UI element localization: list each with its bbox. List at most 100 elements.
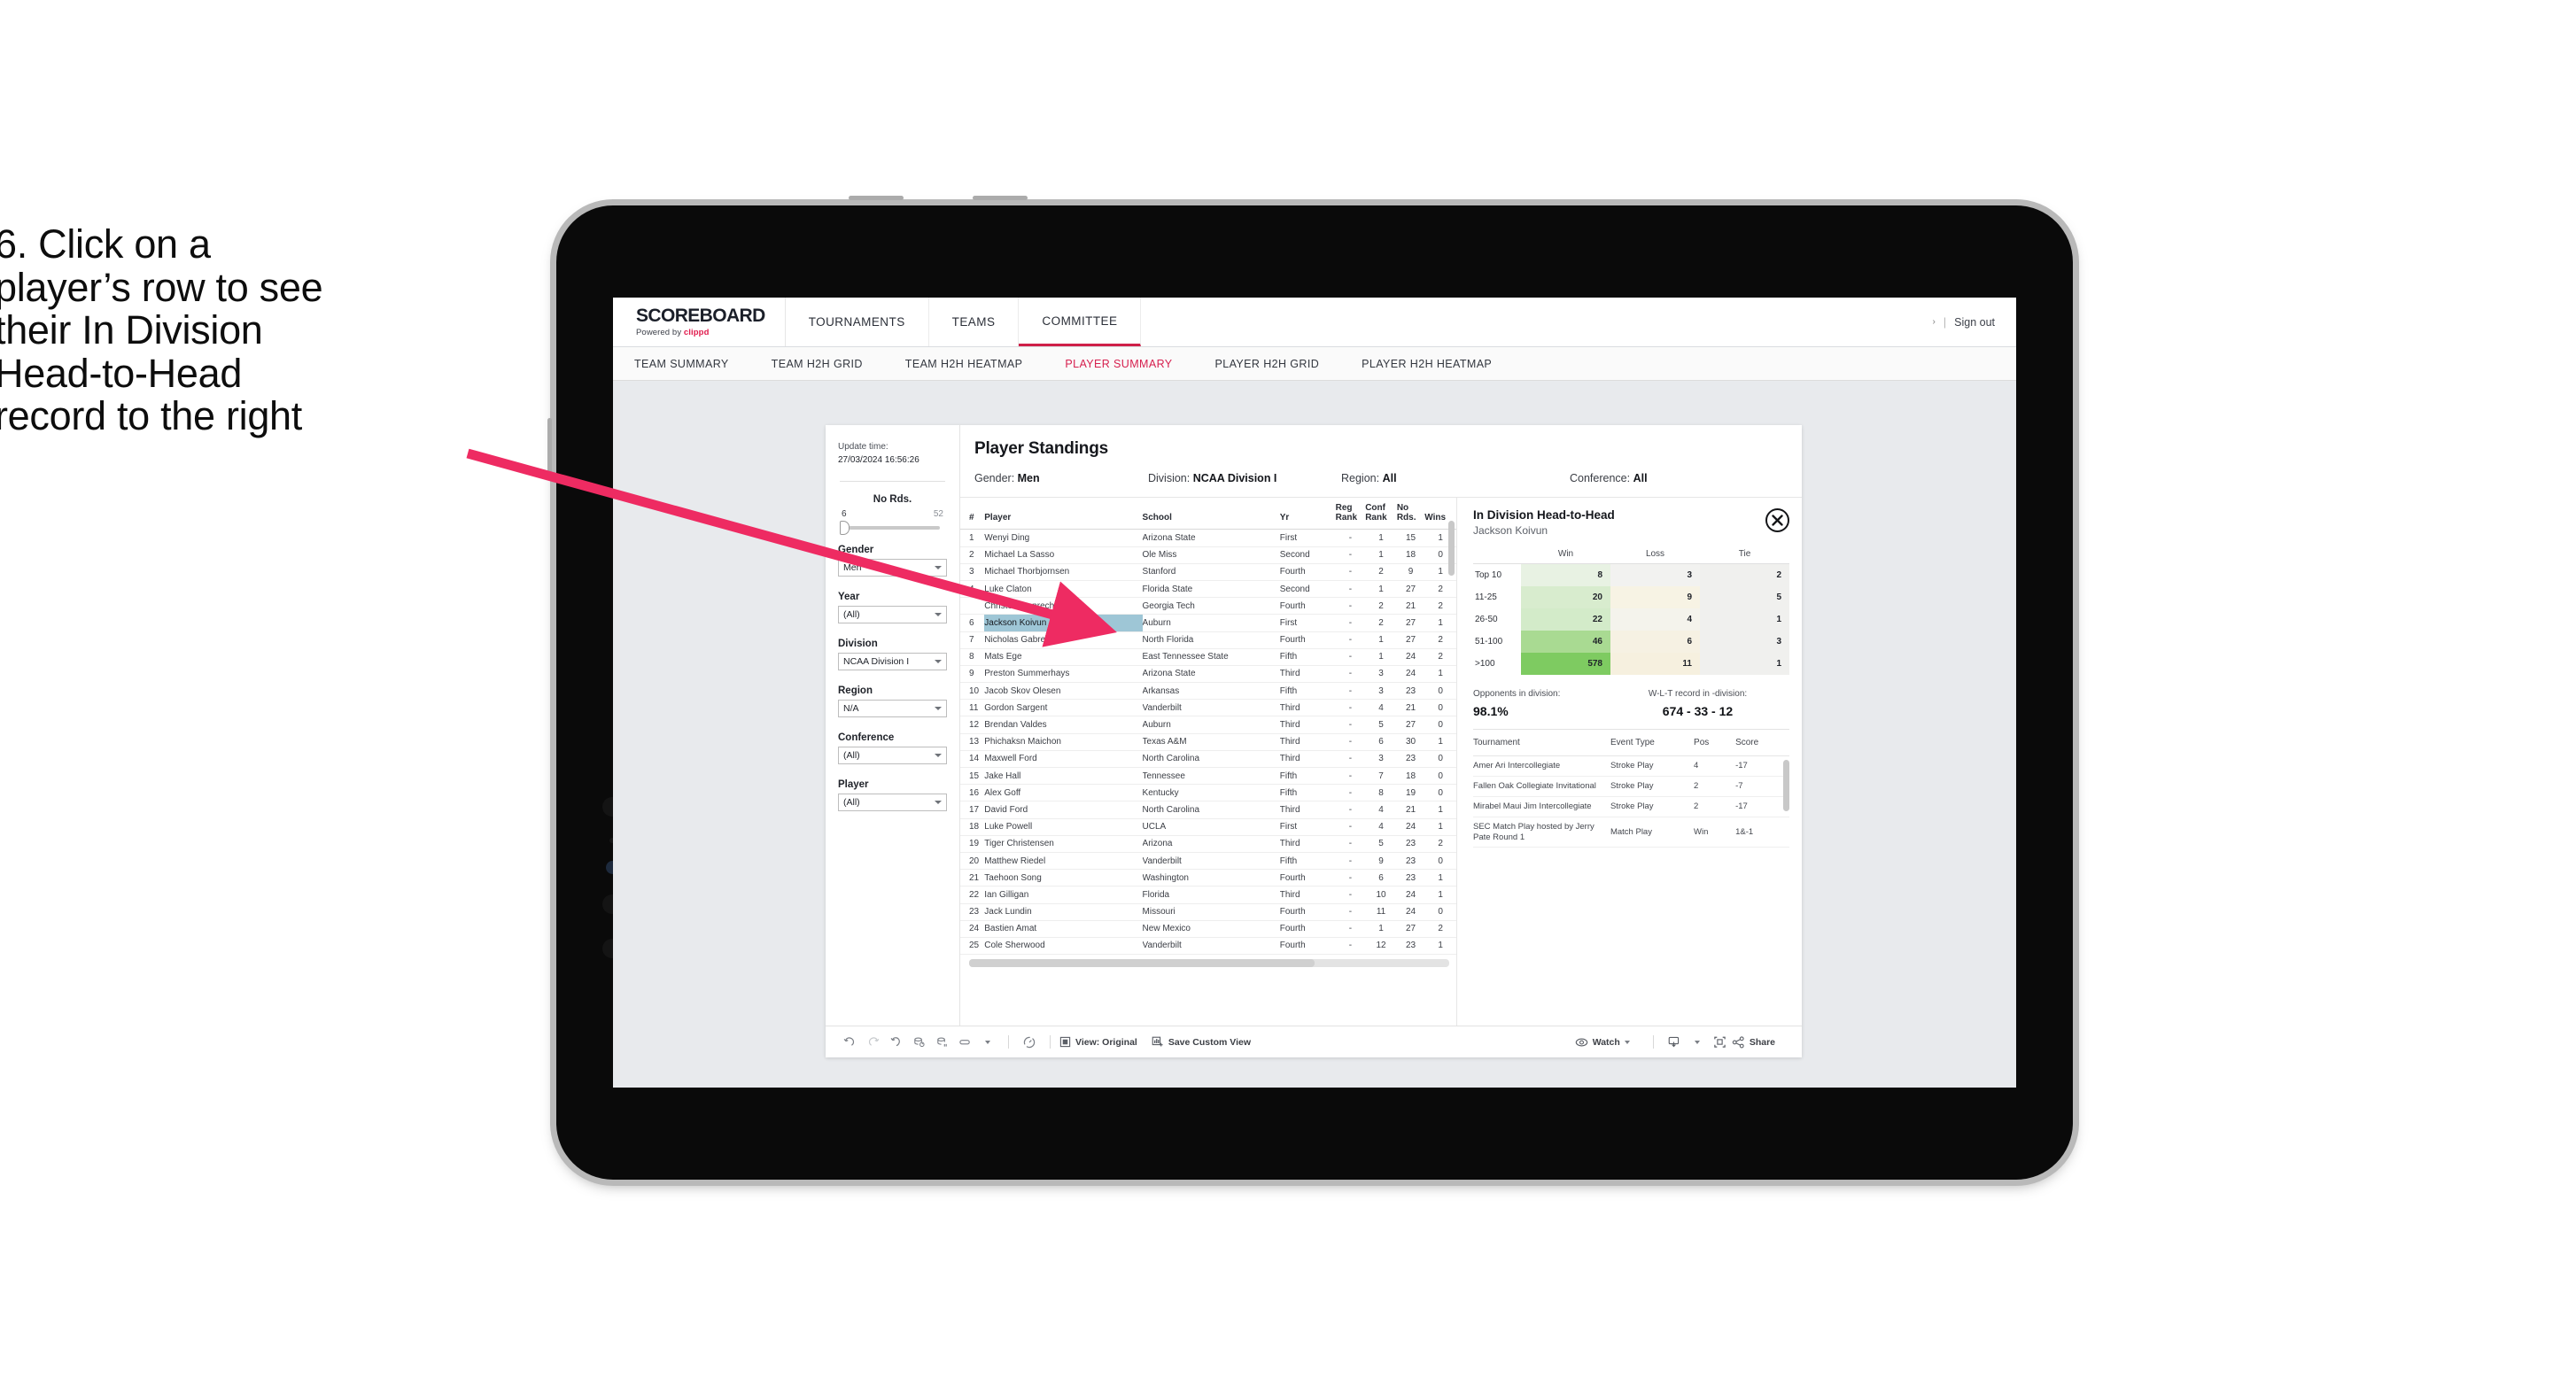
table-row[interactable]: 23 Jack Lundin Missouri Fourth -11 24 0 [960, 903, 1456, 921]
filter-conference: Conference (All) [838, 732, 947, 764]
tab-team-summary[interactable]: TEAM SUMMARY [634, 358, 750, 370]
row-wins: 1 [1424, 733, 1456, 751]
tab-player-summary[interactable]: PLAYER SUMMARY [1065, 358, 1193, 370]
row-rank: 14 [960, 750, 985, 769]
row-reg-rank: - [1335, 682, 1366, 701]
table-row[interactable]: 14 Maxwell Ford North Carolina Third -3 23 0 [960, 750, 1456, 769]
row-no-rds: 18 [1396, 546, 1425, 564]
nav-tournaments[interactable]: TOURNAMENTS [786, 298, 929, 346]
tab-team-h2h-grid[interactable]: TEAM H2H GRID [772, 358, 884, 370]
row-wins: 0 [1424, 699, 1456, 717]
table-row[interactable]: 10 Jacob Skov Olesen Arkansas Fifth -3 23 0 [960, 682, 1456, 701]
meta-division-value: NCAA Division I [1192, 472, 1277, 484]
standings-vertical-scrollbar[interactable] [1448, 521, 1455, 576]
trn-event-type: Stroke Play [1610, 776, 1695, 797]
pause-data-icon[interactable] [930, 1033, 953, 1052]
top-button-2 [973, 196, 1028, 200]
tournament-row[interactable]: SEC Match Play hosted by Jerry Pate Roun… [1473, 817, 1789, 848]
tournaments-scrollbar[interactable] [1783, 760, 1789, 811]
tournament-row[interactable]: Amer Ari Intercollegiate Stroke Play 4 -17 [1473, 755, 1789, 777]
fullscreen-icon[interactable] [1686, 1033, 1709, 1052]
row-school: Georgia Tech [1142, 597, 1280, 616]
brand-subtitle: Powered by clippd [636, 328, 765, 337]
col-school[interactable]: School [1142, 498, 1280, 530]
refresh-data-icon[interactable] [907, 1033, 930, 1052]
tab-player-h2h-grid[interactable]: PLAYER H2H GRID [1215, 358, 1341, 370]
row-no-rds: 30 [1396, 733, 1425, 751]
table-row[interactable]: 22 Ian Gilligan Florida Third -10 24 1 [960, 886, 1456, 904]
row-school: UCLA [1142, 818, 1280, 836]
close-icon[interactable] [1765, 508, 1789, 532]
row-yr: Third [1279, 733, 1336, 751]
filter-player-value: (All) [843, 797, 860, 808]
chevron-down-icon [935, 754, 942, 757]
table-row[interactable]: 15 Jake Hall Tennessee Fifth -7 18 0 [960, 767, 1456, 786]
col-yr[interactable]: Yr [1279, 498, 1336, 530]
revert-icon[interactable] [884, 1033, 907, 1052]
row-wins: 2 [1424, 648, 1456, 666]
table-row[interactable]: 21 Taehoon Song Washington Fourth -6 23 1 [960, 869, 1456, 887]
col-reg-rank[interactable]: Reg Rank [1335, 498, 1366, 530]
row-conf-rank: 9 [1365, 852, 1397, 871]
tab-team-h2h-heatmap[interactable]: TEAM H2H HEATMAP [905, 358, 1044, 370]
row-no-rds: 27 [1396, 920, 1425, 938]
scrollbar-thumb[interactable] [969, 959, 1315, 968]
nav-teams[interactable]: TEAMS [929, 298, 1020, 346]
table-row[interactable]: 18 Luke Powell UCLA First -4 24 1 [960, 818, 1456, 836]
standings-horizontal-scrollbar[interactable] [969, 959, 1449, 968]
h2h-row-label: 11-25 [1475, 592, 1497, 602]
row-reg-rank: - [1335, 869, 1366, 887]
trn-score: -17 [1735, 755, 1789, 777]
instruction-caption: 6. Click on a player’s row to see their … [0, 222, 526, 438]
nav-committee[interactable]: COMMITTEE [1019, 298, 1142, 346]
table-row[interactable]: 24 Bastien Amat New Mexico Fourth -1 27 2 [960, 920, 1456, 938]
table-row[interactable]: 25 Cole Sherwood Vanderbilt Fourth -12 23 1 [960, 937, 1456, 956]
row-wins: 0 [1424, 784, 1456, 802]
filter-conference-select[interactable]: (All) [838, 747, 947, 764]
filter-region-select[interactable]: N/A [838, 700, 947, 717]
h2h-col-blank [1473, 549, 1521, 564]
download-icon[interactable] [1663, 1033, 1686, 1052]
sign-out-link[interactable]: Sign out [1954, 316, 1995, 329]
save-custom-view-button[interactable]: Save Custom View [1152, 1036, 1251, 1048]
row-conf-rank: 6 [1365, 733, 1397, 751]
highlight-icon[interactable] [953, 1033, 976, 1052]
table-row[interactable]: 20 Matthew Riedel Vanderbilt Fifth -9 23 0 [960, 852, 1456, 871]
h2h-cell-loss: 11 [1610, 653, 1700, 675]
redo-icon[interactable] [861, 1033, 884, 1052]
tournament-row[interactable]: Fallen Oak Collegiate Invitational Stroke… [1473, 776, 1789, 797]
row-conf-rank: 7 [1365, 767, 1397, 786]
filter-player-select[interactable]: (All) [838, 794, 947, 811]
row-conf-rank: 1 [1365, 920, 1397, 938]
col-conf-rank[interactable]: Conf Rank [1365, 498, 1397, 530]
watch-button[interactable]: Watch [1575, 1037, 1630, 1048]
table-row[interactable]: 16 Alex Goff Kentucky Fifth -8 19 0 [960, 784, 1456, 802]
h2h-cell-loss: 4 [1610, 608, 1700, 631]
table-row[interactable]: 12 Brendan Valdes Auburn Third -5 27 0 [960, 716, 1456, 734]
row-no-rds: 27 [1396, 614, 1425, 632]
h2h-cell-loss: 3 [1610, 563, 1700, 586]
tournament-row[interactable]: Mirabel Maui Jim Intercollegiate Stroke P… [1473, 796, 1789, 817]
viz-toolbar: View: Original Save Custom View Watch Sh… [826, 1026, 1802, 1057]
share-button[interactable]: Share [1732, 1035, 1775, 1049]
h2h-row-label: >100 [1475, 659, 1495, 669]
row-school: Stanford [1142, 563, 1280, 581]
row-reg-rank: - [1335, 597, 1366, 616]
table-row[interactable]: 11 Gordon Sargent Vanderbilt Third -4 21 0 [960, 699, 1456, 717]
view-original-button[interactable]: View: Original [1059, 1036, 1137, 1048]
presentation-icon[interactable] [1709, 1033, 1732, 1052]
table-row[interactable]: 17 David Ford North Carolina Third -4 21 1 [960, 801, 1456, 819]
col-reg-l2: Rank [1335, 513, 1358, 523]
performance-icon[interactable] [1018, 1033, 1041, 1052]
tab-player-h2h-heatmap[interactable]: PLAYER H2H HEATMAP [1362, 358, 1513, 370]
chevron-right-icon[interactable]: › [1933, 317, 1936, 327]
undo-icon[interactable] [838, 1033, 861, 1052]
trn-col-event-type: Event Type [1610, 730, 1695, 756]
row-reg-rank: - [1335, 665, 1366, 684]
row-yr: Fifth [1279, 682, 1336, 701]
table-row[interactable]: 13 Phichaksn Maichon Texas A&M Third -6 30 1 [960, 733, 1456, 751]
row-wins: 1 [1424, 818, 1456, 836]
chevron-down-icon[interactable] [976, 1033, 999, 1052]
col-no-rds[interactable]: No Rds. [1396, 498, 1425, 530]
table-row[interactable]: 19 Tiger Christensen Arizona Third -5 23 2 [960, 835, 1456, 853]
